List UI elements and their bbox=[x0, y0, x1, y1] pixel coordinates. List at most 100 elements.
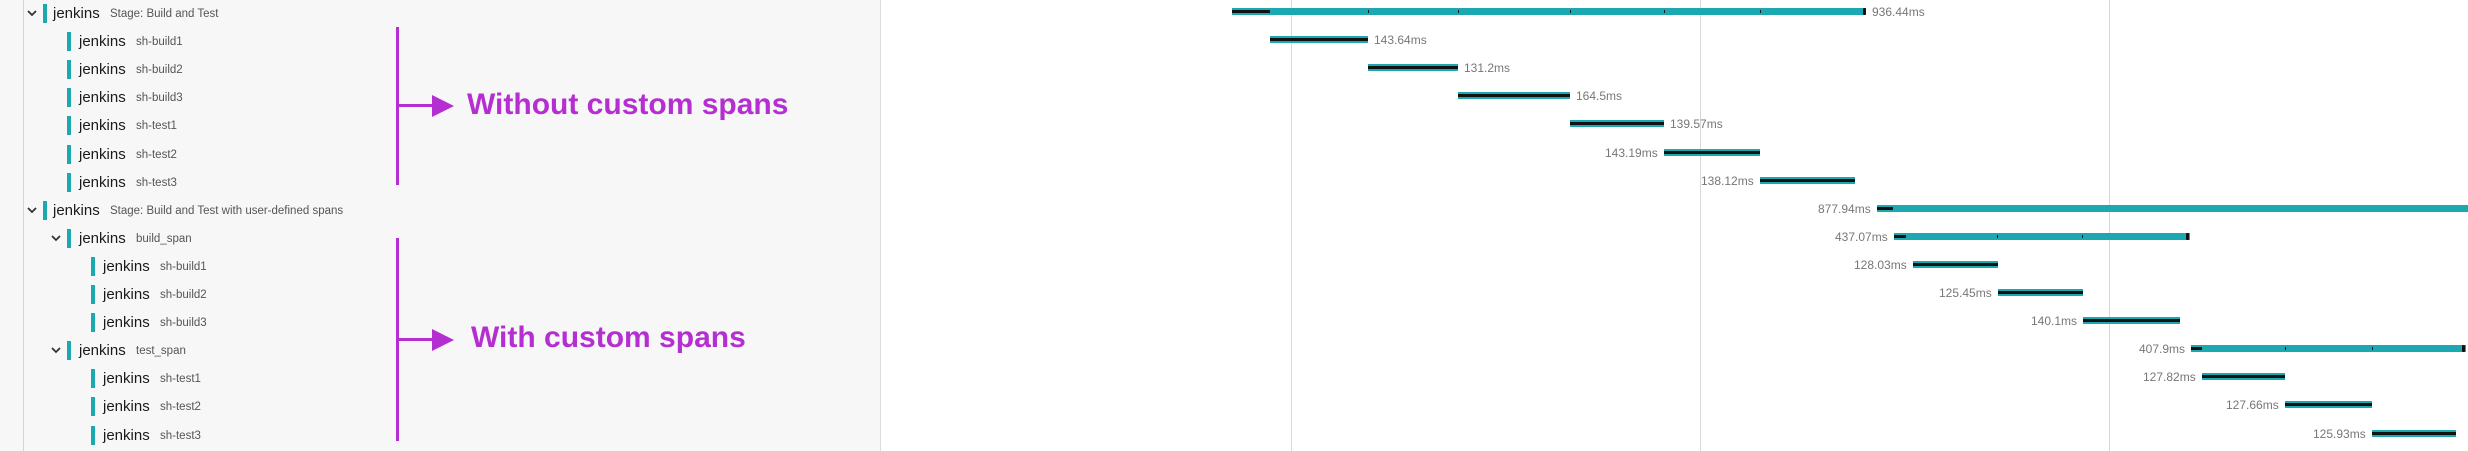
span-operation-name: sh-build1 bbox=[136, 36, 183, 49]
self-time-bar bbox=[2372, 431, 2456, 435]
self-time-bar bbox=[1894, 234, 1906, 238]
span-timeline-bar[interactable] bbox=[2285, 401, 2372, 409]
span-timeline-bar[interactable] bbox=[2083, 317, 2180, 325]
span-timeline-bar[interactable] bbox=[2191, 345, 2466, 353]
span-row[interactable]: jenkins test_span bbox=[0, 337, 880, 365]
span-timeline-bar[interactable] bbox=[1458, 92, 1570, 100]
span-operation-name: sh-test2 bbox=[136, 148, 177, 161]
span-service-name: jenkins bbox=[79, 229, 126, 247]
span-row[interactable]: jenkins sh-build3 bbox=[0, 309, 880, 337]
span-operation-name: sh-test1 bbox=[160, 373, 201, 386]
span-duration-label: 128.03ms bbox=[1854, 257, 1907, 272]
self-time-bar bbox=[1570, 122, 1664, 126]
self-time-bar bbox=[1458, 94, 1570, 98]
span-timeline-bar[interactable] bbox=[1270, 36, 1368, 44]
self-time-bar bbox=[2083, 319, 2180, 323]
self-time-bar bbox=[1877, 206, 1893, 210]
span-duration-label: 143.64ms bbox=[1374, 33, 1427, 48]
span-row[interactable]: jenkins sh-test1 bbox=[0, 112, 880, 140]
span-service-name: jenkins bbox=[103, 286, 150, 303]
span-service-name: jenkins bbox=[79, 117, 126, 135]
span-row[interactable]: jenkins sh-test2 bbox=[0, 393, 880, 421]
service-color-marker bbox=[43, 200, 47, 220]
span-service-name: jenkins bbox=[79, 145, 126, 163]
span-end-cap bbox=[1863, 8, 1866, 15]
span-row[interactable]: jenkins build_span bbox=[0, 225, 880, 253]
span-end-cap bbox=[2462, 345, 2465, 353]
span-timeline-bar[interactable] bbox=[1664, 148, 1760, 156]
span-timeline-bar[interactable] bbox=[1877, 204, 2468, 212]
span-row[interactable]: jenkins sh-build2 bbox=[0, 281, 880, 309]
span-operation-name: sh-test3 bbox=[160, 429, 201, 442]
child-span-tick bbox=[1368, 10, 1369, 13]
span-service-name: jenkins bbox=[103, 370, 150, 388]
self-time-bar bbox=[1368, 66, 1458, 70]
span-row[interactable]: jenkins sh-build2 bbox=[0, 56, 880, 84]
span-row[interactable]: jenkins sh-test2 bbox=[0, 141, 880, 169]
span-operation-name: Stage: Build and Test with user-defined … bbox=[110, 204, 344, 217]
span-duration-label: 127.66ms bbox=[2226, 398, 2279, 413]
span-timeline-bar[interactable] bbox=[1368, 64, 1458, 72]
span-operation-name: sh-build1 bbox=[160, 260, 207, 273]
span-timeline-bar[interactable] bbox=[2202, 373, 2285, 381]
service-color-marker bbox=[67, 32, 71, 52]
child-span-tick bbox=[1760, 10, 1761, 13]
child-span-tick bbox=[1997, 234, 1998, 238]
chevron-down-icon[interactable] bbox=[49, 231, 63, 245]
span-end-cap bbox=[2186, 232, 2189, 240]
span-duration-label: 127.82ms bbox=[2143, 370, 2196, 385]
span-duration-label: 140.1ms bbox=[2031, 314, 2078, 329]
service-color-marker bbox=[67, 341, 71, 361]
span-service-name: jenkins bbox=[53, 201, 100, 219]
span-row[interactable]: jenkins sh-test3 bbox=[0, 422, 880, 450]
span-timeline-bar[interactable] bbox=[1998, 289, 2083, 296]
span-operation-name: sh-build2 bbox=[160, 289, 207, 301]
span-timeline-bar[interactable] bbox=[1760, 176, 1855, 184]
span-row[interactable]: jenkins sh-test1 bbox=[0, 365, 880, 393]
span-operation-name: test_span bbox=[136, 345, 186, 358]
service-color-marker bbox=[91, 256, 95, 276]
span-duration-label: 125.45ms bbox=[1939, 286, 1992, 300]
service-color-marker bbox=[67, 172, 71, 192]
span-row[interactable]: jenkins sh-build3 bbox=[0, 84, 880, 112]
timeline-gridline bbox=[1291, 0, 1292, 451]
span-operation-name: build_span bbox=[136, 232, 192, 245]
timeline-gridline bbox=[2109, 0, 2110, 451]
child-span-tick bbox=[2285, 347, 2286, 351]
timeline-gridline bbox=[1700, 0, 1701, 451]
span-row[interactable]: jenkins sh-build1 bbox=[0, 253, 880, 281]
span-service-name: jenkins bbox=[103, 398, 150, 416]
span-timeline-bar[interactable] bbox=[1894, 232, 2190, 240]
span-duration-label: 407.9ms bbox=[2139, 342, 2186, 357]
span-timeline-bar[interactable] bbox=[1913, 260, 1998, 268]
span-duration-label: 138.12ms bbox=[1701, 173, 1754, 188]
service-color-marker bbox=[67, 116, 71, 136]
chevron-down-icon[interactable] bbox=[25, 6, 39, 20]
span-row[interactable]: jenkins sh-test3 bbox=[0, 169, 880, 197]
span-duration-label: 877.94ms bbox=[1818, 201, 1871, 216]
timeline-pane bbox=[881, 0, 2468, 451]
self-time-bar bbox=[1664, 150, 1760, 154]
span-operation-name: sh-test3 bbox=[136, 176, 177, 189]
span-service-name: jenkins bbox=[103, 426, 150, 444]
child-span-tick bbox=[2082, 234, 2083, 238]
span-timeline-bar[interactable] bbox=[1570, 120, 1664, 128]
span-timeline-bar[interactable] bbox=[2372, 429, 2456, 437]
self-time-bar bbox=[2191, 347, 2202, 351]
span-row[interactable]: jenkins sh-build1 bbox=[0, 28, 880, 56]
span-operation-name: Stage: Build and Test bbox=[110, 8, 219, 20]
span-operation-name: sh-build3 bbox=[160, 317, 207, 330]
span-operation-name: sh-build2 bbox=[136, 64, 183, 77]
span-service-name: jenkins bbox=[53, 5, 100, 22]
service-color-marker bbox=[91, 285, 95, 304]
span-row[interactable]: jenkins Stage: Build and Test with user-d… bbox=[0, 197, 880, 225]
service-color-marker bbox=[67, 144, 71, 164]
span-row[interactable]: jenkins Stage: Build and Test bbox=[0, 0, 880, 28]
chevron-down-icon[interactable] bbox=[25, 203, 39, 217]
chevron-down-icon[interactable] bbox=[49, 343, 63, 357]
service-color-marker bbox=[67, 88, 71, 108]
span-service-name: jenkins bbox=[103, 314, 150, 332]
span-timeline-bar[interactable] bbox=[1232, 8, 1866, 15]
span-duration-label: 936.44ms bbox=[1872, 5, 1925, 19]
service-color-marker bbox=[91, 313, 95, 333]
